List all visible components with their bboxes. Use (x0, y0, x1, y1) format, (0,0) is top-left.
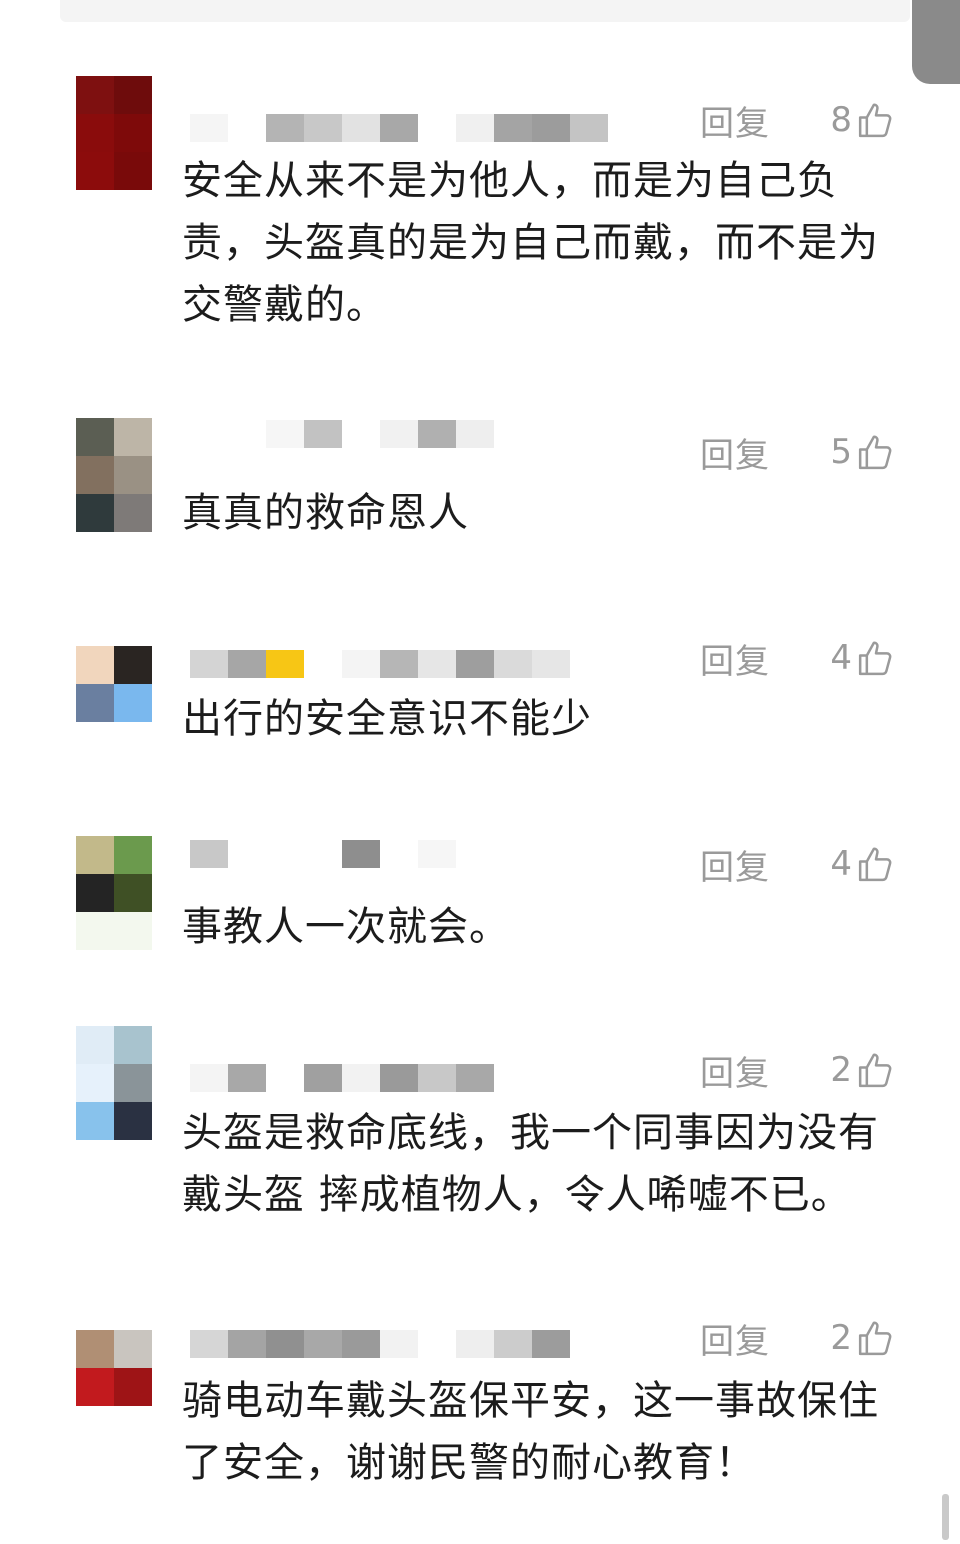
comment-actions: 回复 4 (700, 634, 900, 682)
reply-button[interactable]: 回复 (700, 840, 818, 889)
username-redacted[interactable] (190, 1330, 570, 1358)
comment-text: 安全从来不是为他人，而是为自己负责，头盔真的是为自己而戴，而不是为交警戴的。 (182, 158, 879, 328)
reply-button[interactable]: 回复 (700, 1314, 818, 1363)
like-count: 8 (830, 100, 852, 140)
comment-actions: 回复 4 (700, 840, 900, 888)
avatar[interactable] (76, 646, 152, 722)
username-redacted[interactable] (190, 114, 608, 142)
comment-text: 骑电动车戴头盔保平安，这一事故保住了安全，谢谢民警的耐心教育！ (182, 1378, 879, 1486)
comment-text: 出行的安全意识不能少 (182, 696, 592, 742)
thumbs-up-icon[interactable] (856, 1050, 896, 1090)
thumbs-up-icon[interactable] (856, 1318, 896, 1358)
reply-button[interactable]: 回复 (700, 96, 818, 145)
reply-button[interactable]: 回复 (700, 428, 818, 477)
thumbs-up-icon[interactable] (856, 432, 896, 472)
comment-text: 真真的救命恩人 (182, 490, 469, 536)
username-redacted[interactable] (190, 840, 456, 868)
scrollbar-thumb[interactable] (942, 1494, 949, 1540)
comment-actions: 回复 8 (700, 96, 900, 144)
username-redacted[interactable] (190, 1064, 494, 1092)
thumbs-up-icon[interactable] (856, 638, 896, 678)
like-count: 2 (830, 1050, 852, 1090)
avatar[interactable] (76, 836, 152, 950)
username-redacted[interactable] (190, 420, 494, 448)
avatar[interactable] (76, 1026, 152, 1140)
like-count: 4 (830, 844, 852, 884)
comment-text: 头盔是救命底线，我一个同事因为没有戴头盔 摔成植物人，令人唏嘘不已。 (182, 1110, 879, 1218)
previous-comment-edge (60, 0, 910, 22)
comment-text: 事教人一次就会。 (182, 904, 510, 950)
like-count: 4 (830, 638, 852, 678)
thumbs-up-icon[interactable] (856, 100, 896, 140)
username-redacted[interactable] (190, 650, 570, 678)
like-count: 5 (830, 432, 852, 472)
thumbs-up-icon[interactable] (856, 844, 896, 884)
scroll-to-top-tab[interactable] (912, 0, 960, 84)
comment-actions: 回复 2 (700, 1314, 900, 1362)
reply-button[interactable]: 回复 (700, 634, 818, 683)
avatar[interactable] (76, 76, 152, 190)
avatar[interactable] (76, 418, 152, 532)
like-count: 2 (830, 1318, 852, 1358)
comment-actions: 回复 5 (700, 428, 900, 476)
reply-button[interactable]: 回复 (700, 1046, 818, 1095)
comment-actions: 回复 2 (700, 1046, 900, 1094)
avatar[interactable] (76, 1330, 152, 1406)
